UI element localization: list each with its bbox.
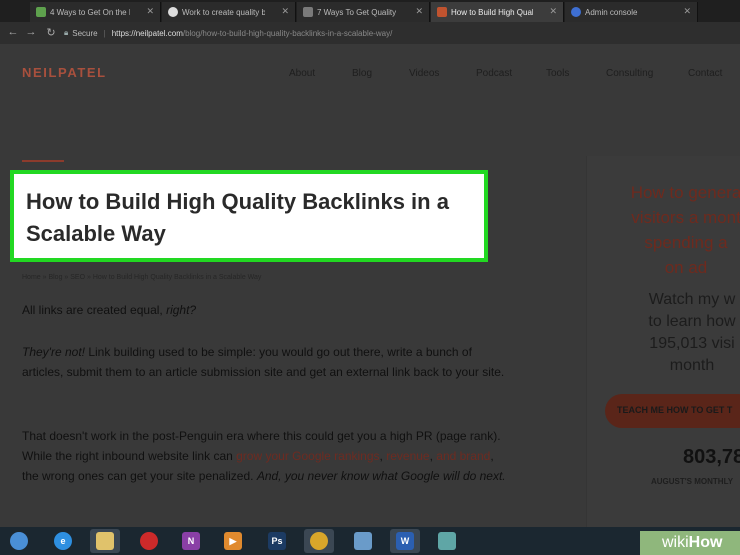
close-icon[interactable]: ✕ [146, 6, 154, 17]
sidebar-promo: How to genera visitors a mont spending a… [586, 156, 740, 527]
link-brand[interactable]: and brand [436, 449, 490, 463]
wikihow-watermark: wikiHow [640, 531, 740, 555]
secure-label: Secure [72, 28, 98, 38]
url-separator: | [103, 28, 106, 38]
watermark-wiki: wiki [662, 534, 689, 551]
close-icon[interactable]: ✕ [415, 6, 423, 17]
wikihow-tab-icon [36, 7, 46, 17]
taskbar-media[interactable] [134, 529, 164, 553]
promo-text: Watch my w to learn how 195,013 visi mon… [627, 289, 740, 377]
teach-me-button[interactable]: TEACH ME HOW TO GET T [605, 394, 740, 428]
taskbar-word[interactable]: W [390, 529, 420, 553]
paint-app-icon [354, 532, 372, 550]
tab-label: 7 Ways To Get Quality B [317, 7, 399, 17]
close-icon[interactable]: ✕ [549, 6, 557, 17]
tab-label: Work to create quality b [182, 7, 265, 17]
promo-text-line: month [669, 357, 715, 374]
browser-tab-3[interactable]: 7 Ways To Get Quality B ✕ [297, 2, 430, 22]
taskbar-ie[interactable]: e [48, 529, 78, 553]
back-icon[interactable]: ← [6, 26, 20, 38]
nav-podcast[interactable]: Podcast [476, 68, 512, 79]
browser-tab-bar: 4 Ways to Get On the F ✕ Work to create … [0, 0, 740, 22]
title-accent-line [22, 160, 64, 162]
paragraph-text: All links are created equal, [22, 303, 167, 317]
onenote-icon: N [182, 532, 200, 550]
taskbar-play[interactable]: ▶ [218, 529, 248, 553]
google-tab-icon [168, 7, 178, 17]
url-path: /blog/how-to-build-high-quality-backlink… [182, 28, 393, 38]
start-button[interactable] [4, 529, 34, 553]
internet-explorer-icon: e [54, 532, 72, 550]
taskbar-photoshop[interactable]: Ps [262, 529, 292, 553]
tab-label: Admin console [585, 7, 638, 17]
browser-tab-2[interactable]: Work to create quality b ✕ [162, 2, 296, 22]
visitor-count-label: AUGUST'S MONTHLY [651, 477, 734, 486]
address-bar: ← → ↻ 🔒︎ Secure | https://neilpatel.com … [0, 22, 740, 44]
paragraph-italic: They're not! [22, 345, 85, 359]
admin-tab-icon [571, 7, 581, 17]
web-page: NEILPATEL About Blog Videos Podcast Tool… [0, 44, 740, 527]
watermark-how: How [688, 534, 723, 551]
taskbar-notes[interactable] [432, 529, 462, 553]
browser-tab-5[interactable]: Admin console ✕ [565, 2, 698, 22]
media-player-icon [140, 532, 158, 550]
nav-videos[interactable]: Videos [409, 68, 439, 79]
paragraph-3: That doesn't work in the post-Penguin er… [22, 426, 508, 486]
nav-blog[interactable]: Blog [352, 68, 372, 79]
visitor-count: 803,78 [683, 446, 740, 468]
paragraph-text: Link building used to be simple: you wou… [22, 345, 505, 379]
promo-title-line: on ad [664, 258, 708, 277]
nav-contact[interactable]: Contact [688, 68, 722, 79]
word-icon: W [396, 532, 414, 550]
promo-title-line: How to genera [630, 183, 740, 202]
nav-about[interactable]: About [289, 68, 315, 79]
promo-text-line: to learn how [648, 313, 736, 330]
paragraph-italic: And, you never know what Google will do … [256, 469, 506, 483]
paragraph-1: All links are created equal, right? [22, 300, 508, 320]
taskbar-chrome[interactable] [304, 529, 334, 553]
reload-icon[interactable]: ↻ [44, 26, 58, 39]
neilpatel-tab-icon [437, 7, 447, 17]
promo-text-line: 195,013 visi [649, 335, 735, 352]
browser-tab-1[interactable]: 4 Ways to Get On the F ✕ [30, 2, 161, 22]
close-icon[interactable]: ✕ [683, 6, 691, 17]
link-revenue[interactable]: revenue [386, 449, 429, 463]
tab-label: How to Build High Qual [451, 7, 533, 17]
photoshop-icon: Ps [268, 532, 286, 550]
url-host: https://neilpatel.com [111, 28, 183, 38]
link-google-rankings[interactable]: grow your Google rankings [236, 449, 379, 463]
paragraph-2: They're not! Link building used to be si… [22, 342, 508, 382]
site-logo[interactable]: NEILPATEL [22, 65, 107, 80]
url-field[interactable]: 🔒︎ Secure | https://neilpatel.com /blog/… [64, 25, 740, 41]
paragraph-italic: right? [166, 303, 197, 317]
promo-title: How to genera visitors a mont spending a… [611, 180, 740, 280]
highlight-box: How to Build High Quality Backlinks in a… [10, 170, 488, 262]
doc-tab-icon [303, 7, 313, 17]
promo-title-line: spending a [644, 233, 728, 252]
tab-label: 4 Ways to Get On the F [50, 7, 130, 17]
nav-tools[interactable]: Tools [546, 68, 569, 79]
taskbar-paint[interactable] [348, 529, 378, 553]
taskbar-explorer[interactable] [90, 529, 120, 553]
lock-icon: 🔒︎ [64, 28, 69, 37]
promo-title-line: visitors a mont [631, 208, 740, 227]
close-icon[interactable]: ✕ [281, 6, 289, 17]
start-orb-icon [10, 532, 28, 550]
notes-app-icon [438, 532, 456, 550]
play-app-icon: ▶ [224, 532, 242, 550]
breadcrumb: Home » Blog » SEO » How to Build High Qu… [22, 274, 262, 281]
windows-taskbar: e N ▶ Ps W [0, 527, 740, 555]
taskbar-onenote[interactable]: N [176, 529, 206, 553]
forward-icon[interactable]: → [24, 26, 38, 38]
chrome-icon [310, 532, 328, 550]
browser-tab-4[interactable]: How to Build High Qual ✕ [431, 2, 564, 22]
promo-text-line: Watch my w [648, 291, 736, 308]
nav-consulting[interactable]: Consulting [606, 68, 653, 79]
article-title: How to Build High Quality Backlinks in a… [26, 189, 449, 246]
file-explorer-icon [96, 532, 114, 550]
